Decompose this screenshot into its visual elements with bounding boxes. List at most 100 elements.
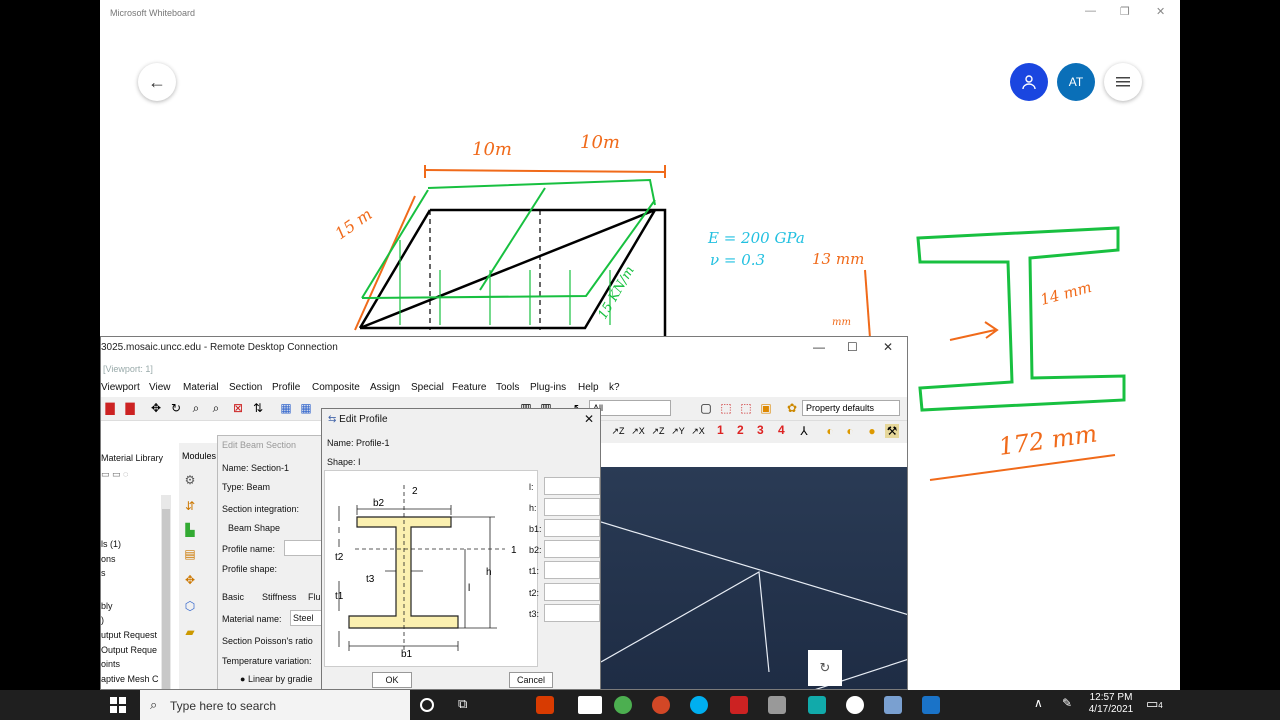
linear-gradient-radio[interactable]: ● Linear by gradie bbox=[240, 674, 312, 684]
windows-start-icon[interactable] bbox=[110, 697, 126, 713]
property-defaults-combo[interactable]: Property defaults bbox=[802, 400, 900, 416]
pen-icon[interactable]: ✎ bbox=[1062, 696, 1080, 714]
ok-button[interactable]: OK bbox=[372, 672, 412, 688]
maximize-button[interactable]: ☐ bbox=[847, 340, 858, 354]
tab-basic[interactable]: Basic bbox=[222, 592, 244, 602]
redo-button[interactable]: ↻ bbox=[808, 650, 842, 686]
b2-input[interactable] bbox=[544, 540, 600, 558]
menu-plugins[interactable]: Plug-ins bbox=[530, 382, 566, 393]
tree-item[interactable]: oints bbox=[101, 659, 120, 669]
query-icon[interactable]: ⚒ bbox=[885, 424, 899, 438]
chrome-icon[interactable] bbox=[614, 696, 632, 714]
axis-view-icon[interactable]: ↗Y bbox=[671, 424, 685, 438]
cancel-button[interactable]: Cancel bbox=[509, 672, 553, 688]
tree-scroll-thumb[interactable] bbox=[162, 509, 170, 689]
view-iso-icon[interactable]: ▦ bbox=[279, 401, 293, 415]
t2-input[interactable] bbox=[544, 583, 600, 601]
tab-stiffness[interactable]: Stiffness bbox=[262, 592, 296, 602]
tool-icon[interactable]: ⇵ bbox=[183, 499, 197, 513]
tree-item[interactable]: utput Request bbox=[101, 630, 157, 640]
tree-item[interactable]: ons bbox=[101, 554, 116, 564]
close-button[interactable]: ✕ bbox=[883, 340, 893, 354]
remote-desktop-icon[interactable] bbox=[884, 696, 902, 714]
explorer-icon[interactable] bbox=[578, 696, 602, 714]
render-icon[interactable]: ● bbox=[865, 424, 879, 438]
axis-view-icon[interactable]: ↗X bbox=[691, 424, 705, 438]
app-icon[interactable] bbox=[808, 696, 826, 714]
tool-icon[interactable]: ▰ bbox=[183, 625, 197, 639]
t1-input[interactable] bbox=[544, 561, 600, 579]
pan-icon[interactable]: ✥ bbox=[149, 401, 163, 415]
menu-section[interactable]: Section bbox=[229, 382, 262, 393]
menu-special[interactable]: Special bbox=[411, 382, 444, 393]
menu-tools[interactable]: Tools bbox=[496, 382, 519, 393]
axis-view-icon[interactable]: ↗X bbox=[631, 424, 645, 438]
tool-icon[interactable]: ⬡ bbox=[183, 599, 197, 613]
view-4-button[interactable]: 4 bbox=[778, 423, 785, 437]
render-icon[interactable]: ◐ bbox=[823, 424, 837, 438]
tool-icon[interactable]: ⬚ bbox=[739, 401, 753, 415]
material-library-tab[interactable]: Material Library bbox=[101, 453, 163, 463]
tree-item[interactable]: s bbox=[101, 568, 106, 578]
menu-viewport[interactable]: Viewport bbox=[101, 382, 140, 393]
menu-context-help[interactable]: k? bbox=[609, 382, 620, 393]
viewport-canvas[interactable] bbox=[600, 467, 907, 689]
axis-view-icon[interactable]: ↗Z bbox=[651, 424, 665, 438]
view-2-button[interactable]: 2 bbox=[737, 423, 744, 437]
menu-composite[interactable]: Composite bbox=[312, 382, 360, 393]
skype-icon[interactable] bbox=[690, 696, 708, 714]
menu-help[interactable]: Help bbox=[578, 382, 599, 393]
tool-icon[interactable]: ✥ bbox=[183, 573, 197, 587]
tool-icon[interactable]: ⚙ bbox=[183, 473, 197, 487]
tool-icon[interactable]: ▤ bbox=[183, 547, 197, 561]
swap-icon[interactable]: ⇅ bbox=[251, 401, 265, 415]
palette-icon[interactable]: ✿ bbox=[785, 401, 799, 415]
tree-item[interactable]: aptive Mesh C bbox=[101, 674, 159, 684]
l-input[interactable] bbox=[544, 477, 600, 495]
t3-input[interactable] bbox=[544, 604, 600, 622]
axis-view-icon[interactable]: ↗Z bbox=[611, 424, 625, 438]
rotate-icon[interactable]: ↻ bbox=[169, 401, 183, 415]
app-icon[interactable] bbox=[846, 696, 864, 714]
zoom-box-icon[interactable]: ⌕ bbox=[209, 401, 223, 415]
tab-fluid[interactable]: Flu bbox=[308, 592, 321, 602]
b1-input[interactable] bbox=[544, 519, 600, 537]
tool-icon[interactable]: ⬚ bbox=[719, 401, 733, 415]
render-icon[interactable]: ◐ bbox=[843, 424, 857, 438]
fit-icon[interactable]: ⊠ bbox=[231, 401, 245, 415]
h-input[interactable] bbox=[544, 498, 600, 516]
tool-icon[interactable]: ▣ bbox=[759, 401, 773, 415]
task-view-icon[interactable]: ⧉ bbox=[458, 696, 476, 714]
tree-item[interactable]: ls (1) bbox=[101, 539, 121, 549]
menu-feature[interactable]: Feature bbox=[452, 382, 486, 393]
notification-icon[interactable]: ▭4 bbox=[1146, 696, 1164, 714]
selection-combo[interactable]: All bbox=[589, 400, 671, 416]
profile-name-combo[interactable] bbox=[284, 540, 324, 556]
tree-item[interactable]: ) bbox=[101, 615, 104, 625]
menu-view[interactable]: View bbox=[149, 382, 171, 393]
menu-material[interactable]: Material bbox=[183, 382, 219, 393]
app-icon[interactable] bbox=[768, 696, 786, 714]
app-icon[interactable] bbox=[730, 696, 748, 714]
tree-toolbar[interactable]: ▭ ▭ ◌ bbox=[101, 469, 128, 480]
cortana-icon[interactable] bbox=[420, 698, 434, 712]
axes-icon[interactable]: ⅄ bbox=[797, 424, 811, 438]
tray-chevron-icon[interactable]: ∧ bbox=[1034, 696, 1052, 714]
view-1-button[interactable]: 1 bbox=[717, 423, 724, 437]
view-front-icon[interactable]: ▦ bbox=[299, 401, 313, 415]
office-icon[interactable] bbox=[536, 696, 554, 714]
tool-icon[interactable]: ▢ bbox=[699, 401, 713, 415]
taskbar-search[interactable]: ⌕ Type here to search bbox=[140, 690, 410, 720]
clock[interactable]: 12:57 PM 4/17/2021 bbox=[1088, 692, 1134, 716]
whiteboard-icon[interactable] bbox=[922, 696, 940, 714]
menu-assign[interactable]: Assign bbox=[370, 382, 400, 393]
zoom-icon[interactable]: ⌕ bbox=[189, 401, 203, 415]
close-button[interactable]: ✕ bbox=[584, 412, 594, 426]
view-3-button[interactable]: 3 bbox=[757, 423, 764, 437]
powerpoint-icon[interactable] bbox=[652, 696, 670, 714]
menu-profile[interactable]: Profile bbox=[272, 382, 300, 393]
tool-icon[interactable]: ▙ bbox=[183, 523, 197, 537]
tree-item[interactable]: bly bbox=[101, 601, 113, 611]
tree-item[interactable]: Output Reque bbox=[101, 645, 157, 655]
minimize-button[interactable]: — bbox=[813, 340, 825, 354]
